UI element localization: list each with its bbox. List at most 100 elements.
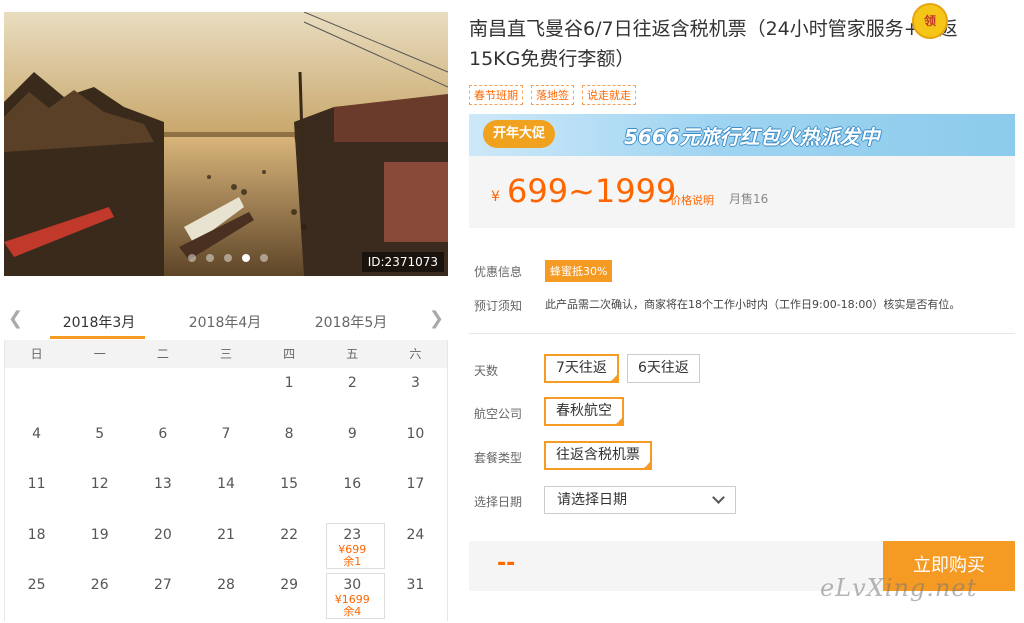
divider — [469, 333, 1015, 334]
tag-badge: 说走就走 — [582, 85, 636, 105]
calendar-day[interactable]: 8 — [258, 419, 321, 470]
calendar-day[interactable]: 3 — [384, 368, 447, 419]
calendar-day-number: 28 — [217, 577, 235, 593]
calendar-day-number: 27 — [153, 577, 172, 593]
calendar-day[interactable]: 22 — [258, 520, 321, 571]
calendar-day[interactable]: 5 — [68, 419, 131, 470]
weekday-header: 日 一 二 三 四 五 六 — [5, 340, 447, 368]
calendar-day[interactable]: 17 — [384, 469, 447, 520]
date-select-value: 请选择日期 — [557, 492, 627, 508]
calendar-day[interactable]: 23 ¥699 余1 — [321, 520, 385, 571]
monthly-sales: 月售16 — [729, 190, 768, 207]
calendar-day-number: 24 — [406, 526, 425, 543]
calendar-day[interactable]: 21 — [194, 520, 257, 571]
calendar-day-empty — [5, 368, 68, 419]
calendar-day[interactable]: 28 — [194, 570, 257, 621]
calendar-day-empty — [194, 368, 257, 419]
calendar-day[interactable]: 20 — [131, 520, 194, 571]
calendar-day-number: 7 — [221, 425, 231, 442]
calendar-day-number: 14 — [217, 476, 235, 492]
calendar-day-number: 18 — [27, 526, 46, 543]
calendar-day[interactable]: 29 — [258, 570, 321, 621]
product-photo[interactable]: ID:2371073 — [4, 12, 448, 276]
calendar-day[interactable]: 18 — [5, 520, 68, 571]
calendar-day-number: 13 — [153, 476, 172, 492]
weekday-label: 一 — [93, 347, 106, 361]
calendar-month-nav: ❮ 2018年3月 2018年4月 2018年5月 ❯ — [4, 302, 448, 340]
promo-banner-badge: 开年大促 — [483, 120, 556, 148]
calendar-day[interactable]: 26 — [68, 570, 131, 621]
monthly-sales-label: 月售 — [729, 192, 754, 206]
calendar-day[interactable]: 14 — [194, 469, 257, 520]
active-month-indicator — [50, 336, 145, 339]
calendar-grid: 日 一 二 三 四 五 六 1 2 3 4 5 6 7 8 9 10 11 12 13 14 15 16 17 1… — [4, 340, 448, 621]
monthly-sales-count: 16 — [753, 192, 769, 206]
product-tags: 春节班期 落地签 说走就走 — [469, 85, 636, 105]
price-note-link[interactable]: 价格说明 — [670, 192, 714, 208]
tab-month-2[interactable]: 2018年4月 — [180, 312, 270, 332]
carousel-dot-active[interactable] — [242, 254, 250, 262]
option-airline[interactable]: 春秋航空 ✓ — [544, 397, 624, 426]
chevron-down-icon — [712, 491, 725, 504]
chevron-left-icon[interactable]: ❮ — [8, 308, 23, 329]
calendar-day-number: 6 — [158, 425, 168, 442]
option-package-label: 往返含税机票 — [556, 447, 640, 463]
carousel-dot[interactable] — [260, 254, 268, 262]
option-days-7[interactable]: 7天往返 ✓ — [544, 354, 619, 383]
tab-month-1[interactable]: 2018年3月 — [54, 312, 144, 332]
calendar-day-empty — [131, 368, 194, 419]
date-select[interactable]: 请选择日期 — [544, 486, 736, 514]
tag-badge: 落地签 — [531, 85, 574, 105]
tab-month-3[interactable]: 2018年5月 — [306, 312, 396, 332]
promo-banner-text: 5666元旅行红包火热派发中 — [624, 125, 880, 149]
calendar-day-number: 22 — [280, 526, 299, 543]
image-id-label: ID:2371073 — [361, 252, 444, 272]
calendar-day[interactable]: 6 — [131, 419, 194, 470]
total-price: -- — [497, 551, 516, 576]
price-currency: ¥ — [491, 189, 500, 205]
carousel-dot[interactable] — [188, 254, 196, 262]
weekday-label: 日 — [30, 347, 43, 361]
price-range: 699~1999 — [507, 172, 677, 210]
calendar-day[interactable]: 25 — [5, 570, 68, 621]
date-label: 选择日期 — [474, 495, 523, 509]
calendar-day-stock: 余1 — [343, 554, 362, 568]
check-icon: ✓ — [616, 417, 622, 425]
calendar-day[interactable]: 27 — [131, 570, 194, 621]
calendar-day[interactable]: 16 — [321, 469, 384, 520]
calendar-day[interactable]: 12 — [68, 469, 131, 520]
carousel-dot[interactable] — [224, 254, 232, 262]
calendar-day-number: 25 — [27, 577, 46, 593]
option-days-6[interactable]: 6天往返 — [627, 354, 700, 383]
calendar-day[interactable]: 30 ¥1699 余4 — [321, 570, 385, 621]
calendar-day-number: 11 — [27, 476, 46, 492]
calendar-day[interactable]: 10 — [384, 419, 447, 470]
calendar-day[interactable]: 9 — [321, 419, 384, 470]
weekday-label: 六 — [409, 347, 422, 361]
calendar-day-number: 12 — [90, 476, 109, 492]
calendar-day-number: 23 — [343, 526, 362, 543]
calendar-day[interactable]: 19 — [68, 520, 131, 571]
chevron-right-icon[interactable]: ❯ — [429, 308, 444, 329]
calendar-day[interactable]: 4 — [5, 419, 68, 470]
airline-label: 航空公司 — [474, 407, 523, 421]
weekday-label: 五 — [346, 347, 359, 361]
calendar-day-number: 8 — [284, 425, 294, 442]
calendar-day[interactable]: 31 — [384, 570, 447, 621]
calendar-day[interactable]: 7 — [194, 419, 257, 470]
calendar-day[interactable]: 24 — [384, 520, 447, 571]
calendar-day[interactable]: 11 — [5, 469, 68, 520]
calendar-day[interactable]: 2 — [321, 368, 384, 419]
carousel-dot[interactable] — [206, 254, 214, 262]
weekday-label: 二 — [156, 347, 169, 361]
watermark: eLvXing.net — [820, 574, 978, 602]
promo-banner[interactable]: 开年大促 5666元旅行红包火热派发中 — [469, 114, 1015, 156]
calendar-day[interactable]: 13 — [131, 469, 194, 520]
calendar-day[interactable]: 1 — [258, 368, 321, 419]
coin-icon[interactable]: 领 — [912, 3, 948, 39]
weekday-label: 三 — [219, 347, 232, 361]
check-icon: ✓ — [611, 374, 617, 382]
calendar-day[interactable]: 15 — [258, 469, 321, 520]
option-package[interactable]: 往返含税机票 ✓ — [544, 441, 652, 470]
calendar-day-number: 5 — [95, 425, 105, 442]
